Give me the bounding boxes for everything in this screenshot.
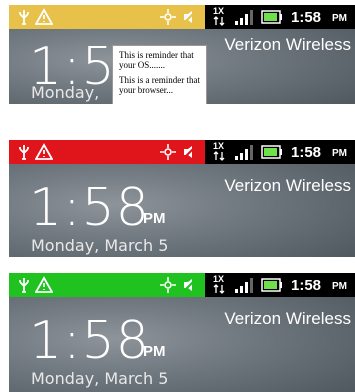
notification-area[interactable] <box>9 273 205 297</box>
data-arrows-icon <box>213 284 225 294</box>
signal-icon <box>235 145 253 160</box>
lockscreen-ampm: PM <box>143 343 166 360</box>
gps-icon <box>160 277 176 293</box>
status-bar: 1X 1:58 PM <box>9 273 355 297</box>
status-time: 1:58 <box>291 9 322 26</box>
callout-line-2: This is a reminder that your browser... <box>119 75 200 95</box>
gps-icon <box>160 144 176 160</box>
network-type: 1X <box>213 274 225 284</box>
lockscreen-date: Monday, <box>31 83 100 102</box>
muted-icon <box>182 144 198 160</box>
reminder-callout: This is reminder that your OS....... Thi… <box>112 45 207 104</box>
status-time-suffix: PM <box>332 13 347 24</box>
signal-icon <box>235 10 253 25</box>
notification-area[interactable] <box>9 140 205 164</box>
callout-line-1: This is reminder that your OS....... <box>119 50 194 70</box>
status-time-suffix: PM <box>332 281 347 292</box>
lockscreen-clock: 1:58 <box>29 311 150 371</box>
screenshot-panel-green: 1X 1:58 PM 1:58 PM Verizon Wireless Mond… <box>9 273 355 392</box>
warning-icon <box>35 276 53 293</box>
lockscreen-date: Monday, March 5 <box>31 369 169 388</box>
status-bar: 1X 1:58 PM <box>9 5 355 29</box>
usb-icon <box>19 145 29 160</box>
data-arrows-icon <box>213 16 225 26</box>
status-time-suffix: PM <box>332 148 347 159</box>
lockscreen-clock: 1:58 <box>29 178 150 238</box>
battery-icon <box>261 145 282 159</box>
signal-icon <box>235 278 253 293</box>
battery-icon <box>261 10 282 24</box>
network-type: 1X <box>213 141 225 151</box>
muted-icon <box>182 277 198 293</box>
carrier-name: Verizon Wireless <box>224 176 351 195</box>
notification-area[interactable] <box>9 5 205 29</box>
lockscreen-ampm: PM <box>143 210 166 227</box>
usb-icon <box>19 278 29 293</box>
lockscreen-date: Monday, March 5 <box>31 236 169 255</box>
data-arrows-icon <box>213 151 225 161</box>
carrier-name: Verizon Wireless <box>224 35 351 54</box>
network-type: 1X <box>213 6 225 16</box>
gps-icon <box>160 9 176 25</box>
screenshot-panel-red: 1X 1:58 PM 1:58 PM Verizon Wireless Mond… <box>9 140 355 257</box>
status-bar: 1X 1:58 PM <box>9 140 355 164</box>
usb-icon <box>19 10 29 25</box>
status-time: 1:58 <box>291 144 322 161</box>
muted-icon <box>182 9 198 25</box>
status-time: 1:58 <box>291 277 322 294</box>
screenshot-panel-yellow: 1X 1:58 PM 1:58 Verizon Wireless Monday,… <box>9 5 355 104</box>
warning-icon <box>35 8 53 25</box>
warning-icon <box>35 143 53 160</box>
carrier-name: Verizon Wireless <box>224 309 351 328</box>
battery-icon <box>261 278 282 292</box>
